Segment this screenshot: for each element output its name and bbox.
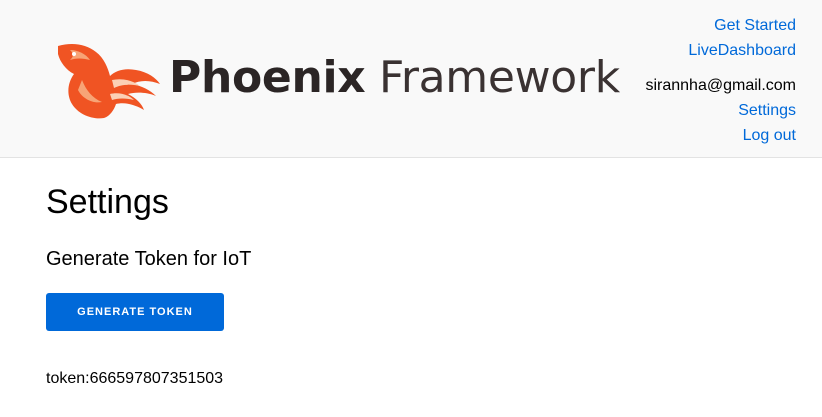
generate-token-button[interactable]: GENERATE TOKEN — [46, 293, 224, 331]
phoenix-bird-icon — [58, 44, 160, 119]
nav-link-get-started[interactable]: Get Started — [645, 13, 796, 38]
app-header: Phoenix Framework Get Started LiveDashbo… — [0, 0, 822, 158]
user-email: sirannha@gmail.com — [645, 77, 796, 94]
nav-link-settings[interactable]: Settings — [645, 98, 796, 123]
section-title: Generate Token for IoT — [46, 248, 252, 270]
nav-link-live-dashboard[interactable]: LiveDashboard — [645, 38, 796, 63]
logo-text-bold: Phoenix — [169, 52, 366, 103]
header-nav: Get Started LiveDashboard sirannha@gmail… — [645, 13, 796, 148]
phoenix-logo[interactable]: Phoenix Framework — [52, 40, 620, 120]
token-value: token:666597807351503 — [46, 370, 224, 387]
logo-text-light: Framework — [379, 52, 620, 103]
logo-wordmark: Phoenix Framework — [169, 48, 620, 108]
page-title: Settings — [46, 183, 169, 221]
nav-link-log-out[interactable]: Log out — [645, 123, 796, 148]
